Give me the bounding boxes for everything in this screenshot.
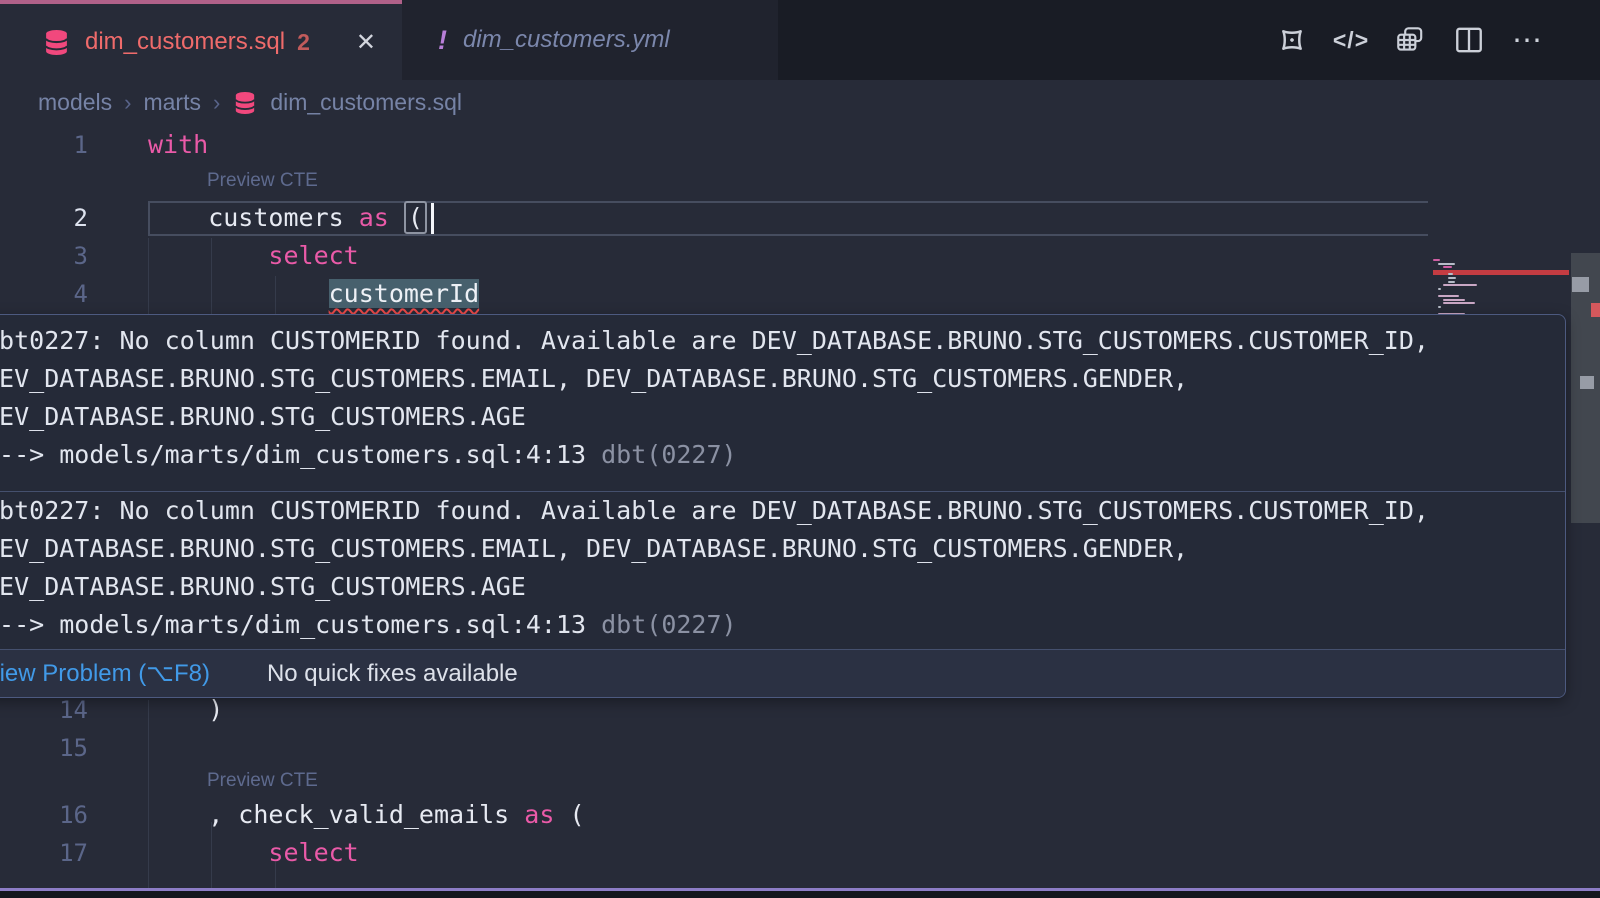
chevron-right-icon: › [124,90,131,116]
error-location: --> models/marts/dim_customers.sql:4:13 … [0,606,1565,644]
tab-label: dim_customers.sql [85,28,285,56]
line-number[interactable]: 1 [0,126,88,164]
warning-exclamation-icon: ! [438,25,447,56]
tab-dim-customers-sql[interactable]: dim_customers.sql 2 ✕ [0,0,402,80]
tab-bar: dim_customers.sql 2 ✕ ! dim_customers.ym… [0,0,1600,80]
minimap-code-line [1448,273,1453,275]
database-icon [234,91,256,115]
no-quick-fixes-text: No quick fixes available [267,660,518,688]
error-text: DEV_DATABASE.BRUNO.STG_CUSTOMERS.EMAIL, … [0,530,1565,568]
minimap-code-line [1443,284,1477,286]
editor-actions: </> ⋯ [1276,0,1600,80]
chevron-right-icon: › [213,90,220,116]
split-editor-icon[interactable] [1453,24,1485,56]
preview-cte-codelens[interactable]: Preview CTE [207,770,318,792]
view-problem-link[interactable]: View Problem (⌥F8) [0,659,210,688]
minimap-error-bar [1433,270,1569,275]
minimap-code-line [1443,266,1452,268]
compiled-code-icon[interactable]: </> [1335,24,1367,56]
error-text: DEV_DATABASE.BRUNO.STG_CUSTOMERS.AGE [0,568,1565,606]
error-source-code: dbt(0227) [601,440,736,469]
minimap-code-line [1448,277,1456,279]
window-bottom-edge [0,891,1600,898]
code-line[interactable]: select [148,834,359,872]
scroll-marker-gray [1572,277,1589,292]
error-message-block: dbt0227: No column CUSTOMERID found. Ava… [0,315,1565,491]
problem-count-badge: 2 [297,29,310,56]
minimap-code-line [1438,263,1455,265]
database-icon [44,29,69,56]
minimap-code-line [1443,302,1475,304]
line-number[interactable]: 15 [0,729,88,767]
popup-status-bar: View Problem (⌥F8) No quick fixes availa… [0,649,1565,697]
minimap-code-line [1438,295,1459,297]
line-number[interactable]: 4 [0,275,88,313]
minimap-code-line [1438,288,1441,290]
tab-label: dim_customers.yml [463,26,670,54]
line-number[interactable]: 16 [0,796,88,834]
code-line[interactable]: customerId [148,275,479,313]
dbt-icon[interactable] [1276,24,1308,56]
code-line[interactable]: customers as ( [148,199,427,237]
preview-cte-codelens[interactable]: Preview CTE [207,170,318,192]
minimap-code-line [1443,299,1465,301]
scroll-marker-gray [1580,376,1594,389]
scroll-marker-error [1591,303,1600,317]
problem-hover-popup: dbt0227: No column CUSTOMERID found. Ava… [0,314,1566,698]
breadcrumb-file[interactable]: dim_customers.sql [270,89,462,116]
error-text: dbt0227: No column CUSTOMERID found. Ava… [0,492,1565,530]
tab-dim-customers-yml[interactable]: ! dim_customers.yml [402,0,778,80]
line-number[interactable]: 3 [0,237,88,275]
minimap-code-line [1433,259,1440,261]
breadcrumb-item-models[interactable]: models [38,89,112,116]
scrollbar-overview-ruler [1571,250,1600,898]
code-line[interactable]: with [148,126,208,164]
error-text: DEV_DATABASE.BRUNO.STG_CUSTOMERS.AGE [0,398,1565,436]
breadcrumb: models › marts › dim_customers.sql [0,80,1600,125]
line-number[interactable]: 17 [0,834,88,872]
minimap-code-line [1438,306,1441,308]
line-number[interactable]: 2 [0,199,88,237]
breadcrumb-item-marts[interactable]: marts [143,89,201,116]
error-text: dbt0227: No column CUSTOMERID found. Ava… [0,322,1565,360]
editor-window: dim_customers.sql 2 ✕ ! dim_customers.ym… [0,0,1600,898]
more-actions-icon[interactable]: ⋯ [1512,24,1544,56]
error-source-code: dbt(0227) [601,610,736,639]
minimap-code-line [1448,281,1455,283]
text-cursor [431,203,434,234]
error-message-block: dbt0227: No column CUSTOMERID found. Ava… [0,491,1565,649]
error-location: --> models/marts/dim_customers.sql:4:13 … [0,436,1565,474]
close-icon[interactable]: ✕ [356,28,376,57]
code-line[interactable]: , check_valid_emails as ( [148,796,585,834]
code-line[interactable]: select [148,237,359,275]
error-text: DEV_DATABASE.BRUNO.STG_CUSTOMERS.EMAIL, … [0,360,1565,398]
query-results-table-icon[interactable] [1394,24,1426,56]
